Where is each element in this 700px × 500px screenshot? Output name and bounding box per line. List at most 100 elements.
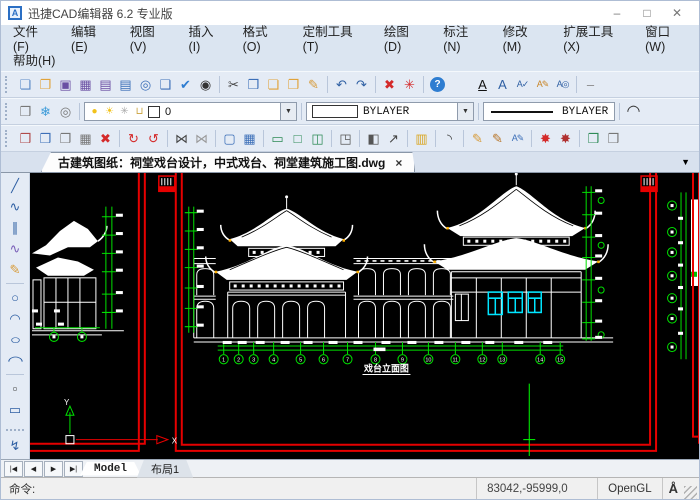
- select-window-icon[interactable]: ▢: [220, 129, 239, 148]
- select-fence-icon[interactable]: ▦: [240, 129, 259, 148]
- open-file-icon[interactable]: ❐: [36, 75, 55, 94]
- rectangle-icon[interactable]: ▭: [6, 400, 25, 419]
- redraw-icon[interactable]: ✳: [400, 75, 419, 94]
- revcloud-icon[interactable]: ↯: [6, 436, 25, 455]
- menu-item-v[interactable]: 视图(V): [120, 21, 179, 54]
- copy-multiple-icon[interactable]: ❒: [36, 129, 55, 148]
- erase-icon[interactable]: ✖: [380, 75, 399, 94]
- explode-attr-icon[interactable]: ✸: [556, 129, 575, 148]
- text-style-icon[interactable]: A: [473, 75, 492, 94]
- scale-icon[interactable]: □: [288, 129, 307, 148]
- ellipse-icon[interactable]: ○: [1, 330, 29, 349]
- menu-item-e[interactable]: 编辑(E): [61, 21, 120, 54]
- tab-close-icon[interactable]: ×: [395, 156, 402, 170]
- help-icon[interactable]: ?: [430, 77, 445, 92]
- layer-combo-dropdown-icon[interactable]: ▼: [280, 103, 296, 120]
- layer-thaw-icon[interactable]: ☀: [103, 102, 116, 121]
- rotate-ref-icon[interactable]: ↺: [144, 129, 163, 148]
- block-ref-icon[interactable]: ❐: [56, 129, 75, 148]
- layer-combo[interactable]: ● ☀ ✳ ⊔ 0 ▼: [84, 102, 297, 121]
- toolbar-grip[interactable]: [5, 76, 11, 93]
- delete-icon[interactable]: ✖: [96, 129, 115, 148]
- line-icon[interactable]: ╱: [6, 176, 25, 195]
- first-sheet-button[interactable]: |◀: [4, 461, 23, 477]
- polyline-icon[interactable]: ∿: [6, 197, 25, 216]
- copy-object-icon[interactable]: ❒: [16, 129, 35, 148]
- circle-icon[interactable]: ○: [6, 288, 25, 307]
- undo-icon[interactable]: ↶: [332, 75, 351, 94]
- arc-icon[interactable]: ◠: [6, 309, 25, 328]
- find-icon[interactable]: ◉: [196, 75, 215, 94]
- toolbar-grip[interactable]: [5, 103, 11, 120]
- export-acis-icon[interactable]: ▦: [76, 75, 95, 94]
- menu-item-i[interactable]: 插入(I): [178, 21, 232, 54]
- spell-check-icon[interactable]: ✔: [176, 75, 195, 94]
- layer-manager-icon[interactable]: ❒: [16, 102, 35, 121]
- new-file-icon[interactable]: ❏: [16, 75, 35, 94]
- layer-freeze-tool-icon[interactable]: ❄: [36, 102, 55, 121]
- layer-lock-icon[interactable]: ⊔: [133, 102, 146, 121]
- ellipse-arc-icon[interactable]: ◠: [1, 351, 29, 370]
- group-icon[interactable]: ❒: [584, 129, 603, 148]
- format-painter-icon[interactable]: ✎: [304, 75, 323, 94]
- trim-icon[interactable]: ◫: [308, 129, 327, 148]
- stretch-icon[interactable]: ▭: [268, 129, 287, 148]
- menu-item-t[interactable]: 定制工具(T): [293, 21, 374, 54]
- color-combo[interactable]: BYLAYER ▼: [306, 102, 474, 121]
- linetype-combo[interactable]: BYLAYER: [483, 102, 615, 121]
- print-preview-icon[interactable]: ◎: [136, 75, 155, 94]
- arc-tool-icon[interactable]: ◠: [624, 102, 643, 121]
- save-icon[interactable]: ▣: [56, 75, 75, 94]
- fillet-icon[interactable]: ◝: [440, 129, 459, 148]
- layer-on-icon[interactable]: ●: [88, 102, 101, 121]
- menu-item-n[interactable]: 标注(N): [433, 21, 492, 54]
- copy-icon[interactable]: ❒: [244, 75, 263, 94]
- array-icon[interactable]: ▦: [76, 129, 95, 148]
- mtext-icon[interactable]: A: [493, 75, 512, 94]
- spline-edit-icon[interactable]: ✎: [488, 129, 507, 148]
- menu-item-w[interactable]: 窗口(W): [635, 21, 697, 54]
- toolbar-grip[interactable]: [5, 130, 11, 147]
- mirror-icon[interactable]: ⋈: [172, 129, 191, 148]
- print-icon[interactable]: ▤: [96, 75, 115, 94]
- redo-icon[interactable]: ↷: [352, 75, 371, 94]
- menu-item-m[interactable]: 修改(M): [493, 21, 554, 54]
- toolbar-pin-icon[interactable]: –: [581, 75, 600, 94]
- quick-print-icon[interactable]: ▤: [116, 75, 135, 94]
- sketch-icon[interactable]: ✎: [6, 260, 25, 279]
- tab-layout1[interactable]: 布局1: [137, 460, 193, 478]
- last-sheet-button[interactable]: ▶|: [64, 461, 83, 477]
- double-line-icon[interactable]: ∥: [6, 218, 25, 237]
- next-sheet-button[interactable]: ▶: [44, 461, 63, 477]
- paste-special-icon[interactable]: ❐: [284, 75, 303, 94]
- command-input[interactable]: 命令:: [1, 481, 476, 497]
- layer-freeze-state-icon[interactable]: ✳: [118, 102, 131, 121]
- tab-model[interactable]: Model: [80, 462, 141, 476]
- text-edit-icon[interactable]: A✎: [533, 75, 552, 94]
- text-find-icon[interactable]: A◎: [553, 75, 572, 94]
- menu-item-x[interactable]: 扩展工具(X): [553, 21, 635, 54]
- text-check-icon[interactable]: A✓: [513, 75, 532, 94]
- menu-item-o[interactable]: 格式(O): [233, 21, 293, 54]
- distance-icon[interactable]: ↗: [384, 129, 403, 148]
- mirror-3d-icon[interactable]: ⋈: [192, 129, 211, 148]
- box-3d-icon[interactable]: ◳: [336, 129, 355, 148]
- menu-item-d[interactable]: 绘图(D): [374, 21, 433, 54]
- tab-list-dropdown-icon[interactable]: ▼: [681, 157, 690, 167]
- menu-item-h[interactable]: 帮助(H): [3, 50, 65, 69]
- document-tab[interactable]: 古建筑图纸：祠堂戏台设计，中式戏台、祠堂建筑施工图.dwg ×: [41, 152, 415, 172]
- rotate-icon[interactable]: ↻: [124, 129, 143, 148]
- attr-edit-icon[interactable]: A✎: [508, 129, 527, 148]
- prev-sheet-button[interactable]: ◀: [24, 461, 43, 477]
- paste-icon[interactable]: ❏: [264, 75, 283, 94]
- dimension-icon[interactable]: ▥: [412, 129, 431, 148]
- explode-icon[interactable]: ✸: [536, 129, 555, 148]
- cut-icon[interactable]: ✂: [224, 75, 243, 94]
- spline-icon[interactable]: ∿: [6, 239, 25, 258]
- measure-icon[interactable]: ◧: [364, 129, 383, 148]
- layer-search-icon[interactable]: ◎: [56, 102, 75, 121]
- page-setup-icon[interactable]: ❑: [156, 75, 175, 94]
- color-combo-dropdown-icon[interactable]: ▼: [457, 103, 473, 120]
- ungroup-icon[interactable]: ❒: [604, 129, 623, 148]
- drawing-canvas[interactable]: 123456789101112131415 戏台立面图: [30, 173, 699, 459]
